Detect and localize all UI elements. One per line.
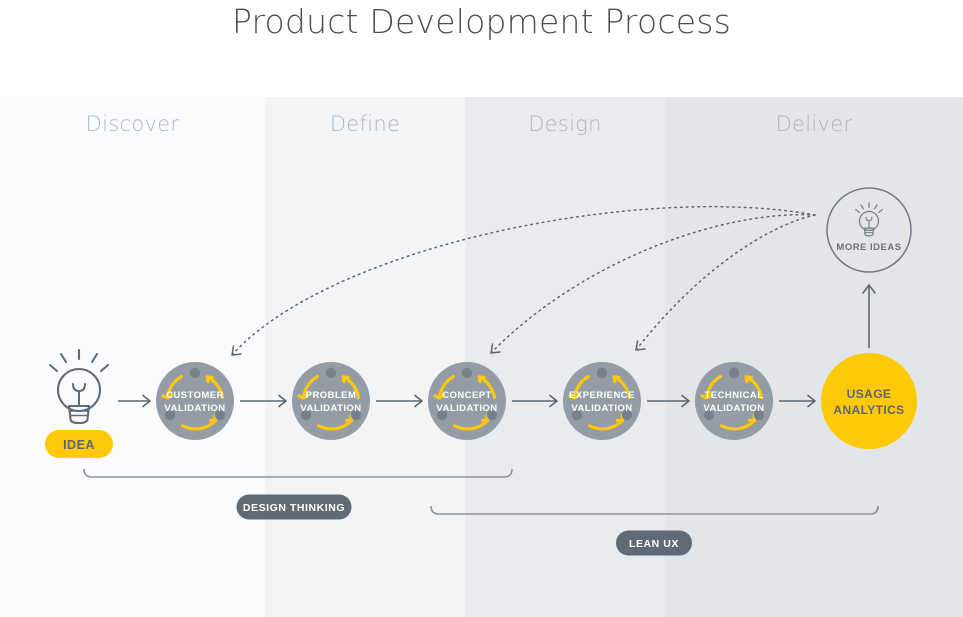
node-dot-icon bbox=[325, 367, 337, 379]
usage-analytics-node[interactable]: USAGE ANALYTICS bbox=[821, 353, 917, 449]
flow-arrow-vertical bbox=[862, 284, 876, 348]
feedback-arrow-concept-validation bbox=[490, 213, 816, 354]
idea-pill-label: IDEA bbox=[63, 438, 95, 452]
customer-validation-label-line2: VALIDATION bbox=[164, 403, 225, 414]
flow-arrow bbox=[240, 394, 287, 408]
concept-validation-label-line2: VALIDATION bbox=[436, 403, 497, 414]
more-ideas-node[interactable]: MORE IDEAS bbox=[826, 187, 912, 273]
technical-validation-node[interactable]: TECHNICAL VALIDATION bbox=[695, 362, 773, 440]
usage-analytics-circle[interactable] bbox=[821, 353, 917, 449]
experience-validation-label-line1: EXPERIENCE bbox=[569, 390, 635, 401]
experience-validation-label-line2: VALIDATION bbox=[571, 403, 632, 414]
customer-validation-node[interactable]: CUSTOMER VALIDATION bbox=[156, 362, 234, 440]
concept-validation-node[interactable]: CONCEPT VALIDATION bbox=[428, 362, 506, 440]
design-thinking-pill-label: DESIGN THINKING bbox=[243, 502, 345, 514]
concept-validation-label-line1: CONCEPT bbox=[442, 390, 492, 401]
customer-validation-label-line1: CUSTOMER bbox=[166, 390, 224, 401]
bracket-layer: DESIGN THINKING LEAN UX bbox=[83, 468, 879, 556]
diagram-canvas: Product Development Process Discover Defi… bbox=[0, 0, 963, 617]
problem-validation-node[interactable]: PROBLEM VALIDATION bbox=[292, 362, 370, 440]
more-ideas-label: MORE IDEAS bbox=[836, 242, 901, 253]
feedback-arrow-experience-validation bbox=[635, 214, 816, 351]
bracket-design-thinking: DESIGN THINKING bbox=[83, 468, 513, 520]
node-dot-icon bbox=[461, 367, 473, 379]
technical-validation-label-line1: TECHNICAL bbox=[705, 390, 764, 401]
bracket-lean-ux: LEAN UX bbox=[430, 505, 879, 556]
experience-validation-node[interactable]: EXPERIENCE VALIDATION bbox=[563, 362, 641, 440]
flow-arrow bbox=[779, 394, 816, 408]
usage-analytics-label-line2: ANALYTICS bbox=[833, 403, 904, 417]
lightbulb-icon bbox=[855, 202, 883, 237]
process-diagram: DESIGN THINKING LEAN UX CUSTOMER VALIDATIO… bbox=[45, 187, 917, 556]
lightbulb-icon bbox=[48, 348, 110, 425]
flow-arrow bbox=[376, 394, 423, 408]
problem-validation-label-line1: PROBLEM bbox=[306, 390, 357, 401]
node-dot-icon bbox=[596, 367, 608, 379]
node-dot-icon bbox=[189, 367, 201, 379]
usage-analytics-label-line1: USAGE bbox=[847, 387, 892, 401]
feedback-arrow-customer-validation bbox=[231, 205, 816, 356]
idea-start[interactable]: IDEA bbox=[45, 348, 113, 458]
technical-validation-label-line2: VALIDATION bbox=[703, 403, 764, 414]
flow-arrow bbox=[647, 394, 690, 408]
lean-ux-pill-label: LEAN UX bbox=[629, 538, 679, 550]
feedback-arrow-layer bbox=[231, 205, 816, 356]
flow-arrow bbox=[512, 394, 558, 408]
flow-arrow bbox=[118, 394, 151, 408]
node-dot-icon bbox=[728, 367, 740, 379]
problem-validation-label-line2: VALIDATION bbox=[300, 403, 361, 414]
